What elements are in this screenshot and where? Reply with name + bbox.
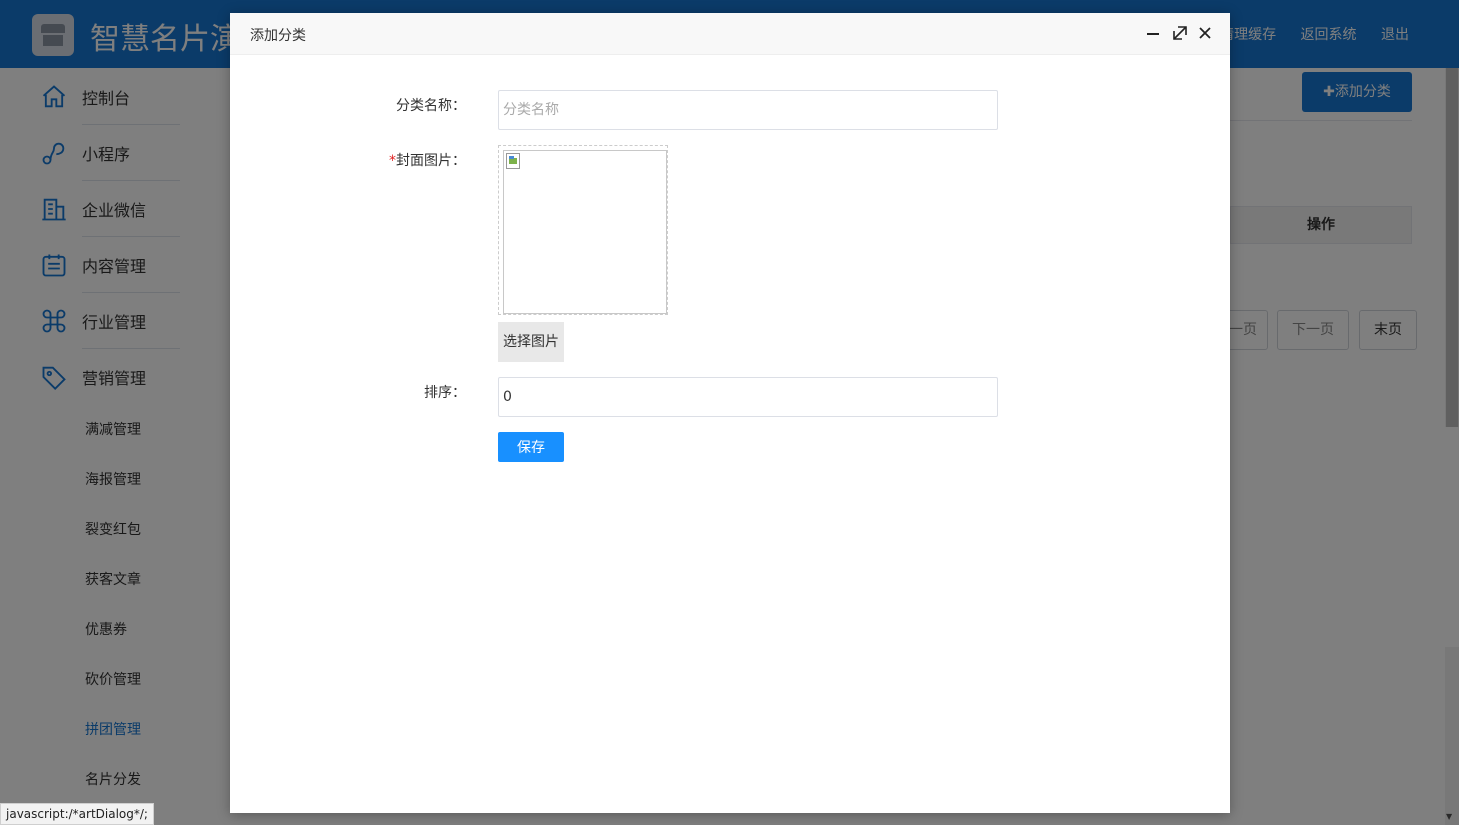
select-image-button[interactable]: 选择图片 — [498, 322, 564, 362]
add-category-dialog: 添加分类 分类名称： *封面图片： 选择图片 排序： 保存 — [230, 13, 1230, 813]
sort-input[interactable] — [498, 377, 998, 417]
broken-image-icon — [506, 153, 520, 169]
cover-image-preview — [498, 145, 668, 315]
status-bar: javascript:/*artDialog*/; — [0, 803, 154, 825]
maximize-icon[interactable] — [1171, 24, 1189, 42]
minimize-icon[interactable] — [1144, 24, 1162, 42]
category-name-label: 分类名称： — [396, 98, 466, 114]
required-mark: * — [389, 153, 396, 169]
sort-label: 排序： — [424, 385, 466, 401]
close-icon[interactable] — [1196, 24, 1214, 42]
category-name-input[interactable] — [498, 90, 998, 130]
dialog-title: 添加分类 — [250, 28, 306, 44]
cover-image-label: *封面图片： — [389, 153, 466, 169]
dialog-header[interactable]: 添加分类 — [230, 13, 1230, 55]
cover-image — [503, 150, 667, 314]
save-button[interactable]: 保存 — [498, 432, 564, 462]
